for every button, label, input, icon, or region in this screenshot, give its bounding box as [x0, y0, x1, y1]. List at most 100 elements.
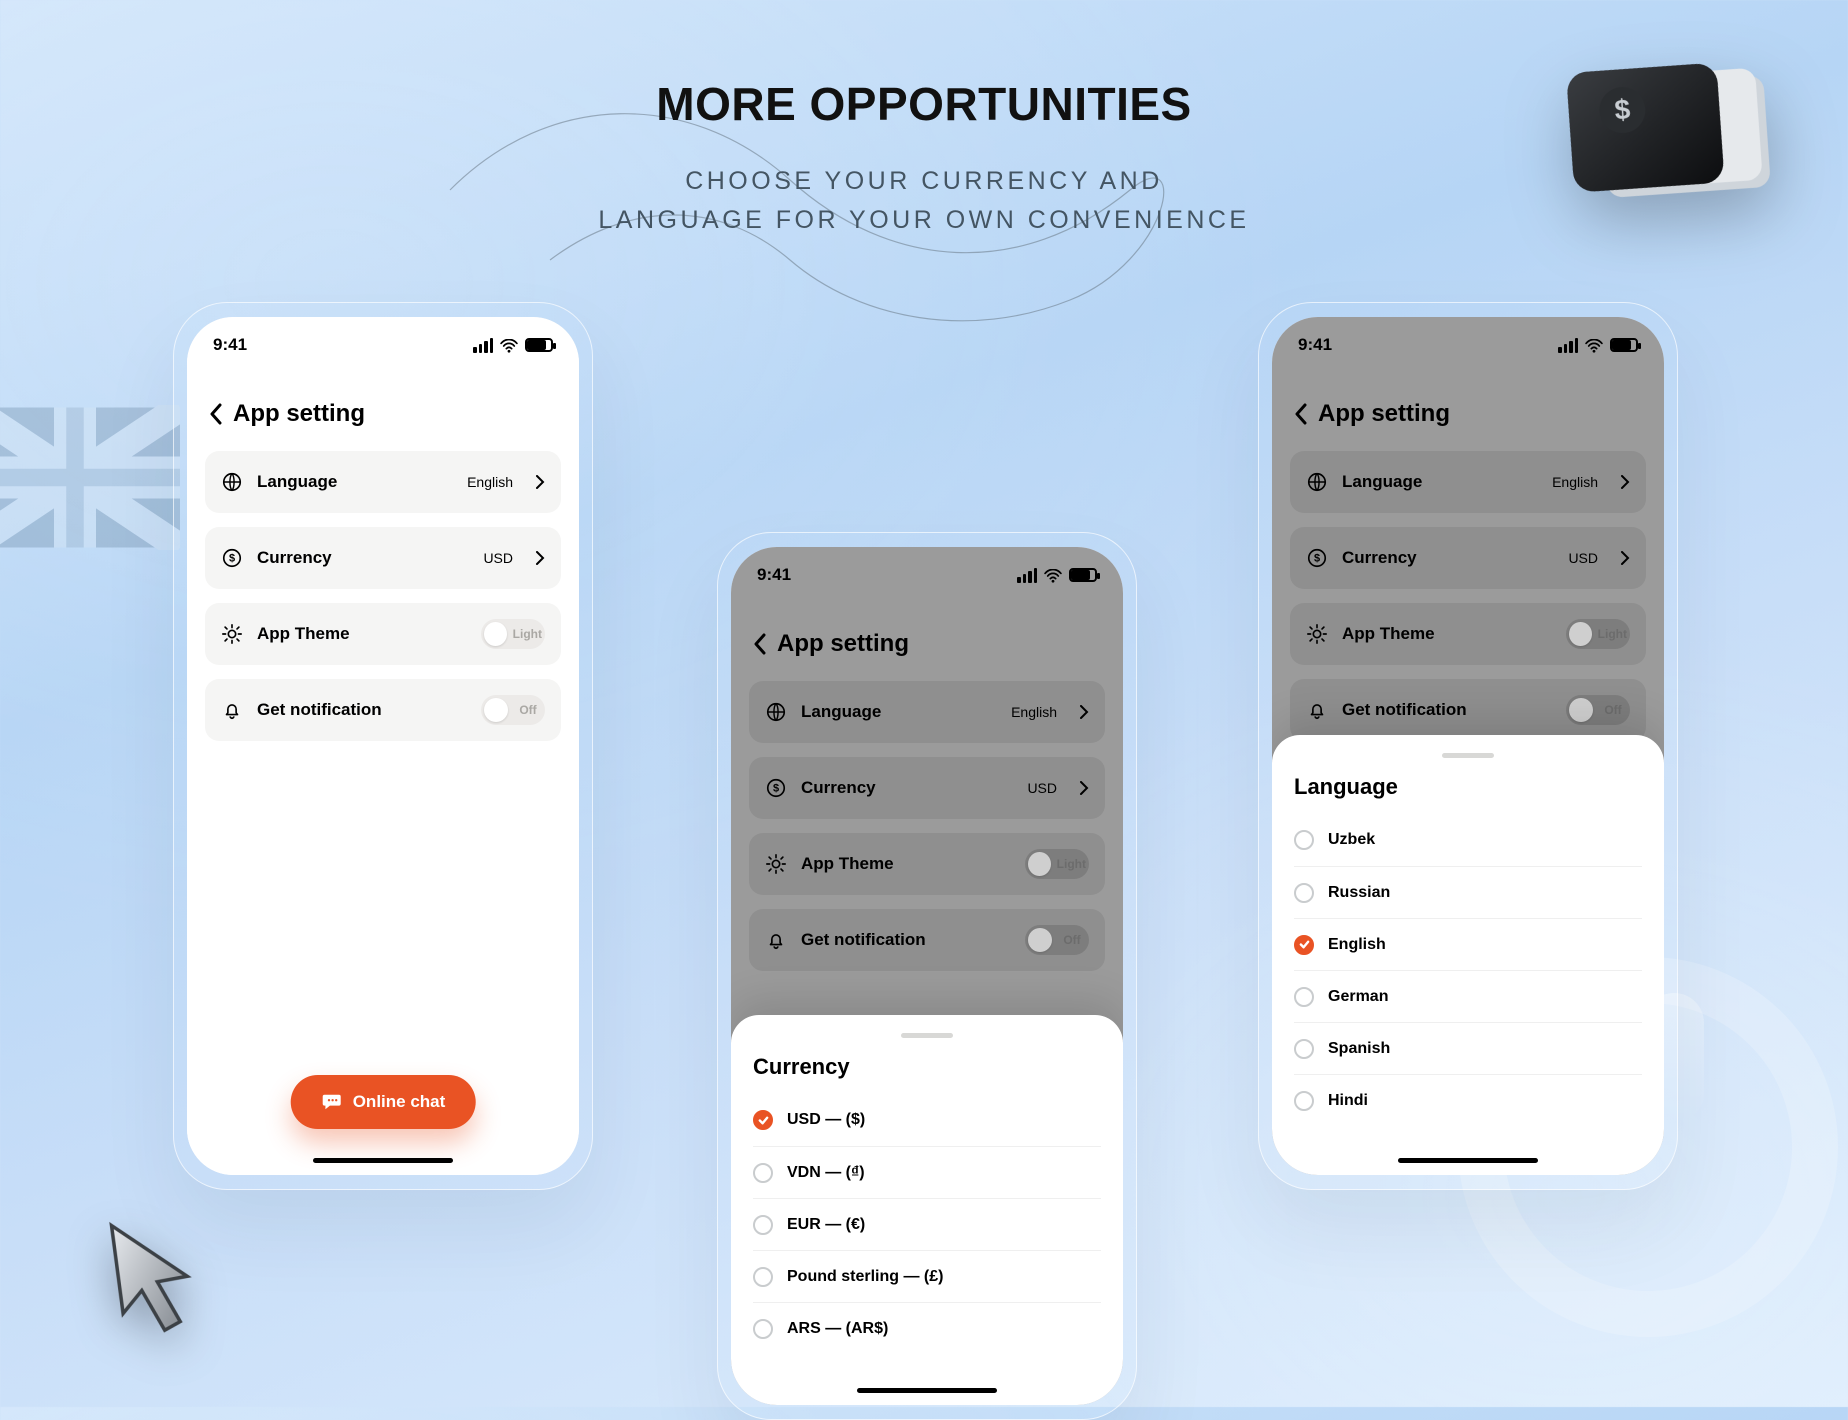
language-option[interactable]: Spanish	[1294, 1022, 1642, 1074]
svg-text:$: $	[229, 553, 235, 565]
radio-icon	[1294, 883, 1314, 903]
language-option-label: Russian	[1328, 884, 1390, 902]
currency-icon: $	[1306, 547, 1328, 569]
back-icon[interactable]	[753, 633, 767, 655]
globe-icon	[765, 701, 787, 723]
row-theme[interactable]: App Theme Light	[205, 603, 561, 665]
row-currency-label: Currency	[801, 778, 876, 798]
theme-toggle-label: Light	[1598, 627, 1627, 641]
row-notification[interactable]: Get notification Off	[749, 909, 1105, 971]
status-bar: 9:41	[731, 547, 1123, 603]
row-notification[interactable]: Get notification Off	[1290, 679, 1646, 741]
row-language[interactable]: Language English	[1290, 451, 1646, 513]
home-indicator	[313, 1158, 453, 1163]
currency-option[interactable]: Pound sterling — (£)	[753, 1250, 1101, 1302]
radio-icon	[753, 1215, 773, 1235]
currency-option-label: Pound sterling — (£)	[787, 1268, 943, 1286]
bell-icon	[221, 699, 243, 721]
row-currency-value: USD	[483, 550, 513, 566]
bell-icon	[1306, 699, 1328, 721]
globe-icon	[221, 471, 243, 493]
radio-icon	[1294, 987, 1314, 1007]
row-currency[interactable]: $ Currency USD	[1290, 527, 1646, 589]
device-2: 9:41 App setting Language English	[731, 547, 1123, 1405]
battery-icon	[1069, 568, 1097, 582]
chevron-right-icon	[1079, 705, 1089, 719]
row-language-value: English	[1011, 704, 1057, 720]
signal-icon	[473, 338, 493, 353]
chevron-right-icon	[1620, 551, 1630, 565]
row-language[interactable]: Language English	[749, 681, 1105, 743]
notification-toggle-label: Off	[514, 703, 542, 717]
currency-option[interactable]: USD — ($)	[753, 1094, 1101, 1146]
currency-sheet-title: Currency	[753, 1054, 1101, 1080]
row-currency[interactable]: $ Currency USD	[205, 527, 561, 589]
language-option-label: Hindi	[1328, 1092, 1368, 1110]
notification-toggle[interactable]: Off	[481, 695, 545, 725]
status-bar: 9:41	[187, 317, 579, 373]
row-notification[interactable]: Get notification Off	[205, 679, 561, 741]
sun-icon	[221, 623, 243, 645]
radio-icon	[753, 1267, 773, 1287]
language-option[interactable]: Russian	[1294, 866, 1642, 918]
radio-selected-icon	[1294, 935, 1314, 955]
row-theme-label: App Theme	[257, 624, 350, 644]
chevron-right-icon	[535, 475, 545, 489]
language-sheet[interactable]: Language UzbekRussianEnglishGermanSpanis…	[1272, 735, 1664, 1175]
wifi-icon	[1044, 568, 1062, 582]
globe-icon	[1306, 471, 1328, 493]
sheet-grabber[interactable]	[901, 1033, 953, 1038]
currency-icon: $	[765, 777, 787, 799]
sheet-grabber[interactable]	[1442, 753, 1494, 758]
signal-icon	[1017, 568, 1037, 583]
chevron-right-icon	[1079, 781, 1089, 795]
theme-toggle[interactable]: Light	[1025, 849, 1089, 879]
currency-option[interactable]: EUR — (€)	[753, 1198, 1101, 1250]
currency-option-label: ARS — (AR$)	[787, 1320, 888, 1338]
battery-icon	[1610, 338, 1638, 352]
row-language[interactable]: Language English	[205, 451, 561, 513]
notification-toggle[interactable]: Off	[1025, 925, 1089, 955]
bell-icon	[765, 929, 787, 951]
language-option[interactable]: Hindi	[1294, 1074, 1642, 1126]
row-notification-label: Get notification	[801, 930, 926, 950]
row-currency[interactable]: $ Currency USD	[749, 757, 1105, 819]
radio-icon	[1294, 830, 1314, 850]
svg-text:$: $	[773, 783, 779, 795]
notification-toggle[interactable]: Off	[1566, 695, 1630, 725]
currency-option-label: VDN — (₫)	[787, 1164, 865, 1182]
status-bar: 9:41	[1272, 317, 1664, 373]
currency-sheet[interactable]: Currency USD — ($) VDN — (₫) EUR — (€) Poun…	[731, 1015, 1123, 1405]
row-language-label: Language	[801, 702, 881, 722]
chat-icon	[321, 1093, 343, 1111]
row-notification-label: Get notification	[1342, 700, 1467, 720]
row-language-value: English	[467, 474, 513, 490]
row-currency-label: Currency	[257, 548, 332, 568]
language-option[interactable]: German	[1294, 970, 1642, 1022]
language-option-label: German	[1328, 988, 1388, 1006]
currency-option[interactable]: VDN — (₫)	[753, 1146, 1101, 1198]
chevron-right-icon	[1620, 475, 1630, 489]
notification-toggle-label: Off	[1058, 933, 1086, 947]
back-icon[interactable]	[1294, 403, 1308, 425]
status-time: 9:41	[757, 565, 791, 585]
row-theme-label: App Theme	[1342, 624, 1435, 644]
back-icon[interactable]	[209, 403, 223, 425]
currency-icon: $	[221, 547, 243, 569]
theme-toggle[interactable]: Light	[481, 619, 545, 649]
language-option[interactable]: English	[1294, 918, 1642, 970]
row-language-label: Language	[1342, 472, 1422, 492]
currency-option-label: EUR — (€)	[787, 1216, 865, 1234]
row-theme[interactable]: App Theme Light	[1290, 603, 1646, 665]
online-chat-button[interactable]: Online chat	[291, 1075, 476, 1129]
notification-toggle-label: Off	[1599, 703, 1627, 717]
language-option-label: Uzbek	[1328, 831, 1375, 849]
row-language-label: Language	[257, 472, 337, 492]
sun-icon	[765, 853, 787, 875]
language-option[interactable]: Uzbek	[1294, 814, 1642, 866]
page-title: App setting	[233, 400, 365, 428]
row-theme[interactable]: App Theme Light	[749, 833, 1105, 895]
signal-icon	[1558, 338, 1578, 353]
currency-option[interactable]: ARS — (AR$)	[753, 1302, 1101, 1354]
theme-toggle[interactable]: Light	[1566, 619, 1630, 649]
